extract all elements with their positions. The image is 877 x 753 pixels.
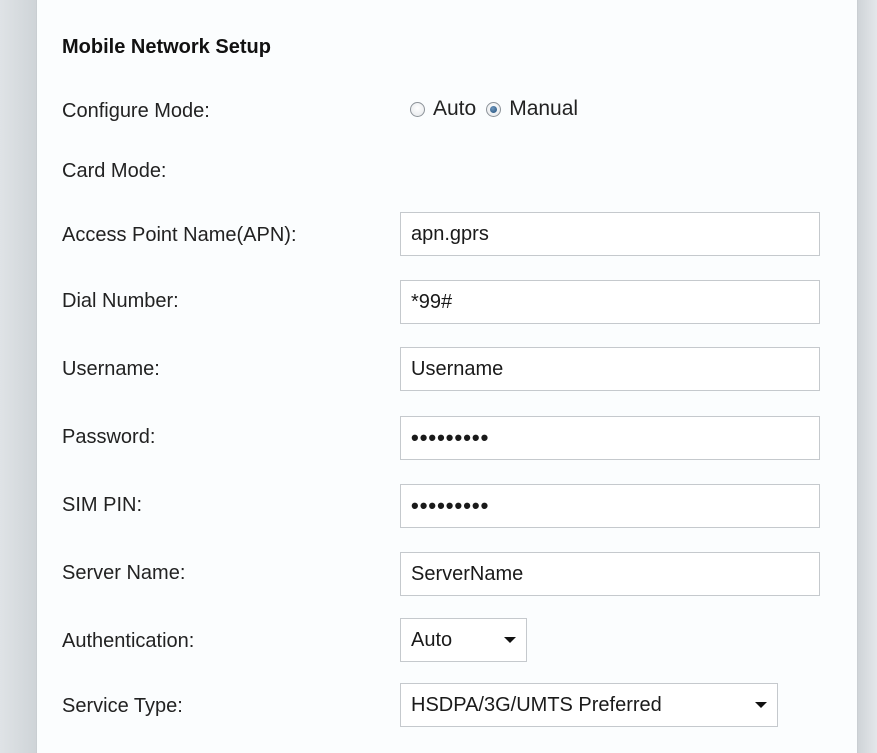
apn-input[interactable]: apn.gprs — [400, 212, 820, 256]
section-title: Mobile Network Setup — [62, 36, 271, 58]
server-name-input[interactable]: ServerName — [400, 552, 820, 596]
authentication-label: Authentication: — [62, 630, 195, 652]
configure-mode-label: Configure Mode: — [62, 100, 210, 122]
configure-mode-auto-radio[interactable] — [410, 101, 425, 117]
server-name-label: Server Name: — [62, 562, 186, 584]
apn-label: Access Point Name(APN): — [62, 224, 297, 246]
right-border — [858, 0, 877, 753]
card-mode-label: Card Mode: — [62, 160, 167, 182]
service-type-select[interactable]: HSDPA/3G/UMTS Preferred — [400, 683, 778, 727]
configure-mode-manual-radio[interactable] — [486, 101, 502, 117]
left-border — [0, 0, 36, 753]
configure-mode-radio-group: Auto Manual — [410, 97, 588, 121]
dial-number-label: Dial Number: — [62, 290, 179, 312]
password-label: Password: — [62, 426, 156, 448]
sim-pin-label: SIM PIN: — [62, 494, 143, 516]
authentication-selected-value: Auto — [411, 629, 453, 651]
sim-pin-input[interactable]: ••••••••• — [400, 484, 820, 528]
password-input[interactable]: ••••••••• — [400, 416, 820, 460]
username-label: Username: — [62, 358, 160, 380]
chevron-down-icon — [504, 637, 516, 643]
dial-number-input[interactable]: *99# — [400, 280, 820, 324]
username-input[interactable]: Username — [400, 347, 820, 391]
configure-mode-auto-label[interactable]: Auto — [433, 97, 476, 121]
configure-mode-manual-label[interactable]: Manual — [509, 97, 578, 121]
chevron-down-icon — [755, 702, 767, 708]
service-type-label: Service Type: — [62, 695, 183, 717]
authentication-select[interactable]: Auto — [400, 618, 527, 662]
service-type-selected-value: HSDPA/3G/UMTS Preferred — [411, 694, 662, 716]
